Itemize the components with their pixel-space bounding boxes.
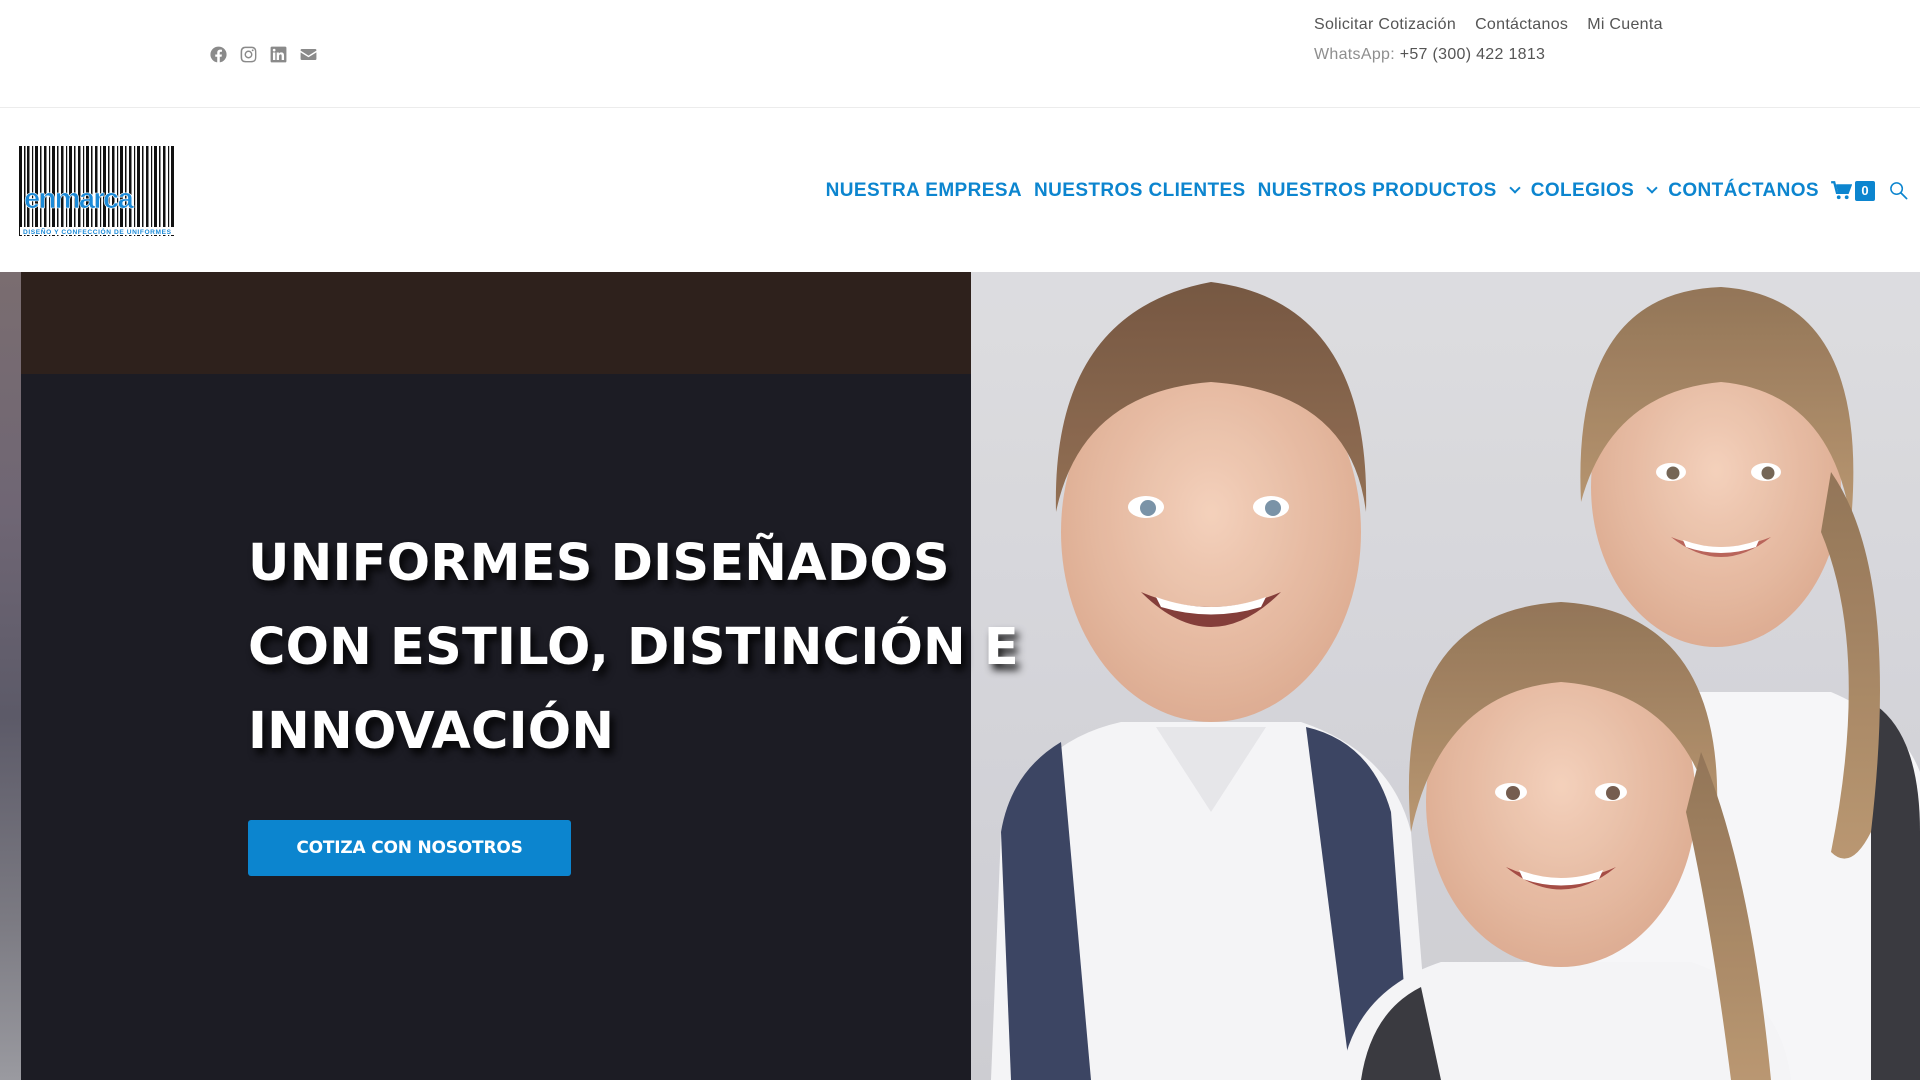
search-button[interactable] xyxy=(1881,181,1916,200)
facebook-icon[interactable] xyxy=(208,44,228,64)
whatsapp-label: WhatsApp: xyxy=(1314,46,1395,63)
mi-cuenta-link[interactable]: Mi Cuenta xyxy=(1587,16,1663,34)
logo-barcode-image: enmarca DISEÑO Y CONFECCIÓN DE UNIFORMES xyxy=(18,144,176,238)
instagram-icon[interactable] xyxy=(238,44,258,64)
hero-title: UNIFORMES DISEÑADOS CON ESTILO, DISTINCI… xyxy=(248,534,1019,761)
chevron-down-icon xyxy=(1646,182,1658,194)
whatsapp-contact: WhatsApp: +57 (300) 422 1813 xyxy=(1314,46,1545,64)
main-header: enmarca DISEÑO Y CONFECCIÓN DE UNIFORMES… xyxy=(0,109,1920,272)
top-bar: Solicitar Cotización Contáctanos Mi Cuen… xyxy=(0,0,1920,108)
nav-item-label: NUESTRA EMPRESA xyxy=(825,179,1023,201)
shopping-cart-icon xyxy=(1831,181,1852,200)
nav-item-nuestros-productos[interactable]: NUESTROS PRODUCTOS xyxy=(1252,180,1525,202)
logo[interactable]: enmarca DISEÑO Y CONFECCIÓN DE UNIFORMES xyxy=(18,144,176,238)
logo-wordmark: enmarca xyxy=(24,183,135,215)
hero-image-children-in-uniform xyxy=(971,272,1920,1080)
logo-tagline: DISEÑO Y CONFECCIÓN DE UNIFORMES xyxy=(23,227,172,236)
top-links: Solicitar Cotización Contáctanos Mi Cuen… xyxy=(1314,16,1663,34)
search-icon xyxy=(1890,182,1908,200)
cart-count-badge: 0 xyxy=(1855,180,1875,201)
nav-item-nuestra-empresa[interactable]: NUESTRA EMPRESA xyxy=(820,180,1028,202)
social-links xyxy=(208,44,318,64)
contactanos-link[interactable]: Contáctanos xyxy=(1475,16,1568,34)
main-nav: NUESTRA EMPRESA NUESTROS CLIENTES NUESTR… xyxy=(820,109,1920,272)
nav-item-contactanos[interactable]: CONTÁCTANOS xyxy=(1662,180,1825,202)
hero-section: UNIFORMES DISEÑADOS CON ESTILO, DISTINCI… xyxy=(0,272,1920,1080)
chevron-down-icon xyxy=(1509,182,1521,194)
cart-button[interactable]: 0 xyxy=(1825,180,1881,201)
hero-background-edge xyxy=(0,272,21,1080)
cotiza-con-nosotros-button[interactable]: COTIZA CON NOSOTROS xyxy=(248,820,571,876)
nav-item-label: CONTÁCTANOS xyxy=(1668,179,1819,201)
nav-item-colegios[interactable]: COLEGIOS xyxy=(1525,180,1663,202)
hero-panel-top-band xyxy=(21,272,971,374)
linkedin-icon[interactable] xyxy=(268,44,288,64)
nav-item-label: NUESTROS PRODUCTOS xyxy=(1257,179,1497,201)
whatsapp-number[interactable]: +57 (300) 422 1813 xyxy=(1400,46,1546,63)
envelope-icon[interactable] xyxy=(298,44,318,64)
nav-item-label: NUESTROS CLIENTES xyxy=(1034,179,1246,201)
solicitar-cotizacion-link[interactable]: Solicitar Cotización xyxy=(1314,16,1456,34)
nav-item-nuestros-clientes[interactable]: NUESTROS CLIENTES xyxy=(1028,180,1252,202)
nav-item-label: COLEGIOS xyxy=(1530,179,1635,201)
